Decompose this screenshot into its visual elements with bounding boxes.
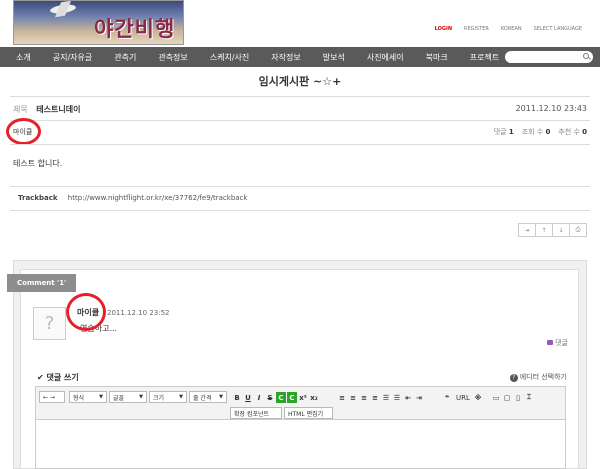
search-input[interactable] — [505, 51, 593, 63]
reply-button[interactable]: 댓글 — [547, 338, 568, 348]
divider — [10, 144, 590, 145]
nav-item-gem[interactable]: 발보석 — [312, 52, 356, 63]
style-select[interactable]: 형식 — [69, 391, 107, 403]
url-button[interactable]: URL — [455, 392, 471, 403]
nav-item-observation-info[interactable]: 관측정보 — [147, 52, 198, 63]
align-center-icon[interactable]: ≡ — [348, 392, 358, 403]
post-subject-row: 제목 테스트니데이 2011.12.10 23:43 — [13, 104, 587, 115]
comment-editor-area[interactable] — [35, 420, 566, 469]
register-link[interactable]: REGISTER — [464, 26, 489, 32]
outdent-icon[interactable]: ⇤ — [403, 392, 413, 403]
size-select[interactable]: 크기 — [149, 391, 187, 403]
unordered-list-icon[interactable]: ☰ — [392, 392, 402, 403]
align-right-icon[interactable]: ≡ — [359, 392, 369, 403]
airplane-icon — [49, 3, 77, 15]
box-icon[interactable]: ▢ — [502, 392, 512, 403]
reply-icon — [547, 340, 554, 345]
layout-icon[interactable]: ▯ — [513, 392, 523, 403]
italic-button[interactable]: I — [254, 392, 264, 403]
divider — [10, 120, 590, 121]
highlight-circle — [66, 293, 106, 331]
subject-key: 제목 — [13, 105, 28, 114]
select-language-link[interactable]: SELECT LANGUAGE — [534, 26, 582, 32]
comment-count: 댓글 1 — [493, 128, 514, 136]
special-char-icon[interactable]: ※ — [473, 392, 483, 403]
top-button[interactable]: ↑ — [535, 223, 553, 237]
korean-link[interactable]: KOREAN — [501, 26, 522, 32]
underline-button[interactable]: U — [243, 392, 253, 403]
trackback-url[interactable]: http://www.nightflight.or.kr/xe/37762/fe… — [68, 194, 248, 202]
search-icon[interactable] — [583, 53, 589, 59]
print-button[interactable]: ⎙ — [569, 223, 587, 237]
comment-tab[interactable]: Comment '1' — [7, 274, 77, 292]
indent-icon[interactable]: ⇥ — [414, 392, 424, 403]
nav-item-diy-info[interactable]: 자작정보 — [260, 52, 311, 63]
trackback-label: Trackback — [18, 194, 58, 202]
board-title: 임시게시판 ~☆+ — [258, 75, 342, 88]
recommend-count: 추천 수 0 — [558, 128, 587, 136]
post-author-row: 마이클 댓글 1 조회 수 0 추천 수 0 — [13, 127, 587, 137]
hr-icon[interactable]: ⌶ — [524, 392, 534, 403]
list-button[interactable]: ⇥ — [518, 223, 536, 237]
trackback: Trackback http://www.nightflight.or.kr/x… — [18, 194, 247, 202]
logo-title: 야간비행 — [94, 17, 176, 41]
post-subject: 테스트니데이 — [36, 105, 81, 114]
ordered-list-icon[interactable]: ☰ — [381, 392, 391, 403]
font-color-button[interactable]: C — [276, 392, 286, 403]
highlight-circle — [6, 118, 41, 145]
top-links: LOGIN REGISTER KOREAN SELECT LANGUAGE — [435, 26, 582, 32]
font-select[interactable]: 글꼴 — [109, 391, 147, 403]
post-date: 2011.12.10 23:43 — [515, 104, 587, 113]
bold-button[interactable]: B — [232, 392, 242, 403]
nav-item-sketch-photo[interactable]: 스케치/사진 — [199, 52, 261, 63]
align-left-icon[interactable]: ≡ — [337, 392, 347, 403]
bg-color-button[interactable]: C — [287, 392, 297, 403]
editor-select-link[interactable]: ? 에디터 선택하기 — [509, 372, 567, 382]
nav-item-intro[interactable]: 소개 — [0, 52, 42, 63]
nav-item-observation-log[interactable]: 관측기 — [103, 52, 147, 63]
help-icon: ? — [509, 374, 518, 382]
divider — [10, 96, 590, 97]
html-editor-button[interactable]: HTML 편집기 — [284, 407, 333, 419]
view-count: 조회 수 0 — [521, 128, 551, 136]
comment-date: 2011.12.10 23:52 — [107, 309, 170, 317]
nav-item-photo-essay[interactable]: 사진에세이 — [356, 52, 415, 63]
superscript-button[interactable]: x² — [298, 392, 308, 403]
divider — [10, 186, 590, 187]
post-action-buttons: ⇥ ↑ ↓ ⎙ — [518, 223, 587, 237]
extension-component-button[interactable]: 확장 컴포넌트 — [230, 407, 282, 419]
bottom-button[interactable]: ↓ — [552, 223, 570, 237]
nav-item-project[interactable]: 프로젝트 — [459, 52, 510, 63]
avatar: ? — [33, 307, 66, 340]
main-nav: 소개 공지/자유글 관측기 관측정보 스케치/사진 자작정보 발보석 사진에세이… — [0, 47, 600, 67]
login-link[interactable]: LOGIN — [435, 26, 452, 32]
nav-item-notice[interactable]: 공지/자유글 — [42, 52, 104, 63]
post-body: 테스트 합니다. — [13, 159, 63, 168]
undo-redo-buttons[interactable]: ← → — [39, 391, 65, 403]
line-height-select[interactable]: 줄 간격 — [189, 391, 227, 403]
subscript-button[interactable]: x₂ — [309, 392, 319, 403]
strike-button[interactable]: S — [265, 392, 275, 403]
write-comment-label: ✔ 댓글 쓰기 — [37, 373, 79, 382]
nav-item-bookmark[interactable]: 북마크 — [415, 52, 459, 63]
divider — [10, 210, 590, 211]
post-stats: 댓글 1 조회 수 0 추천 수 0 — [494, 127, 587, 137]
quote-icon[interactable]: ❝ — [442, 392, 452, 403]
align-justify-icon[interactable]: ≡ — [370, 392, 380, 403]
table-icon[interactable]: ▭ — [491, 392, 501, 403]
site-logo[interactable]: 야간비행 — [13, 0, 184, 45]
editor-toolbar: ← → 형식 글꼴 크기 줄 간격 B U I S C C x² x₂ ≡ ≡ … — [35, 386, 566, 420]
